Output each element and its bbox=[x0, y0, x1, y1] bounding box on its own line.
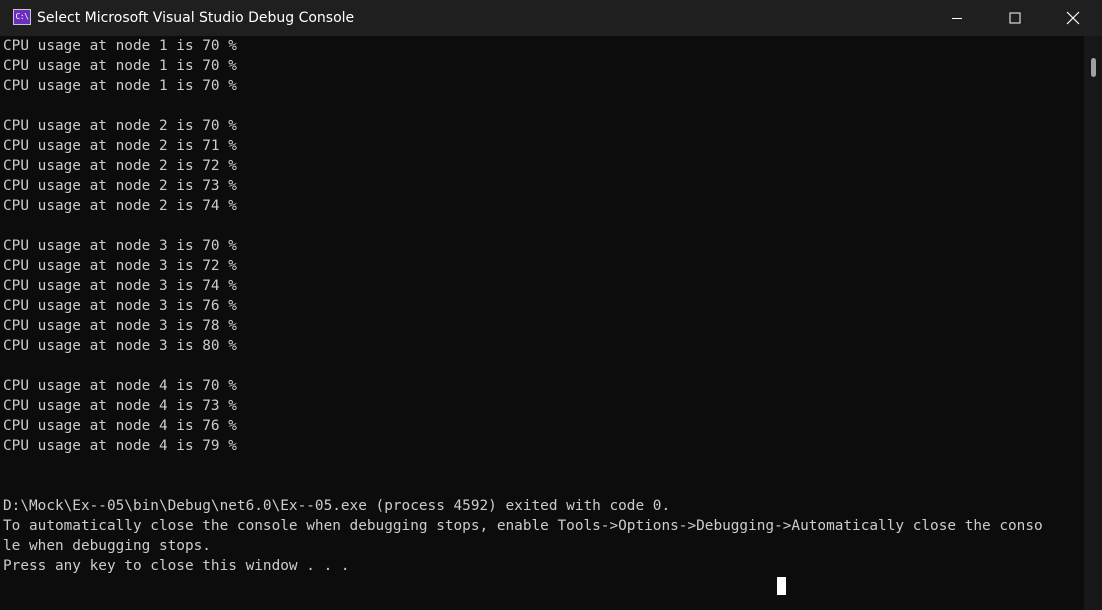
maximize-button[interactable] bbox=[986, 0, 1044, 36]
console-line: CPU usage at node 2 is 71 % bbox=[3, 138, 237, 154]
close-button[interactable] bbox=[1044, 0, 1102, 36]
console-line: CPU usage at node 4 is 73 % bbox=[3, 398, 237, 414]
close-icon bbox=[1066, 11, 1080, 25]
console-line: CPU usage at node 2 is 72 % bbox=[3, 158, 237, 174]
console-line: CPU usage at node 4 is 76 % bbox=[3, 418, 237, 434]
console-line: CPU usage at node 1 is 70 % bbox=[3, 58, 237, 74]
console-line: CPU usage at node 2 is 74 % bbox=[3, 198, 237, 214]
console-line: Press any key to close this window . . . bbox=[3, 558, 350, 574]
minimize-icon bbox=[952, 18, 962, 19]
minimize-button[interactable] bbox=[928, 0, 986, 36]
console-line: D:\Mock\Ex--05\bin\Debug\net6.0\Ex--05.e… bbox=[3, 498, 671, 514]
debug-console-window: C:\ Select Microsoft Visual Studio Debug… bbox=[0, 0, 1102, 610]
console-app-icon: C:\ bbox=[13, 9, 31, 25]
console-line: CPU usage at node 2 is 73 % bbox=[3, 178, 237, 194]
title-bar[interactable]: C:\ Select Microsoft Visual Studio Debug… bbox=[0, 0, 1102, 36]
window-title: Select Microsoft Visual Studio Debug Con… bbox=[37, 10, 355, 26]
console-output[interactable]: CPU usage at node 1 is 70 % CPU usage at … bbox=[0, 36, 1084, 610]
maximize-icon bbox=[1009, 12, 1021, 24]
console-line: CPU usage at node 1 is 70 % bbox=[3, 38, 237, 54]
console-line: CPU usage at node 3 is 74 % bbox=[3, 278, 237, 294]
text-cursor bbox=[777, 577, 786, 595]
console-line: CPU usage at node 3 is 78 % bbox=[3, 318, 237, 334]
console-line: CPU usage at node 3 is 76 % bbox=[3, 298, 237, 314]
console-line: CPU usage at node 1 is 70 % bbox=[3, 78, 237, 94]
console-line: CPU usage at node 3 is 72 % bbox=[3, 258, 237, 274]
vertical-scrollbar[interactable] bbox=[1084, 36, 1102, 610]
console-line: le when debugging stops. bbox=[3, 538, 211, 554]
console-line: CPU usage at node 4 is 70 % bbox=[3, 378, 237, 394]
console-line: To automatically close the console when … bbox=[3, 518, 1043, 534]
console-line: CPU usage at node 4 is 79 % bbox=[3, 438, 237, 454]
console-line: CPU usage at node 2 is 70 % bbox=[3, 118, 237, 134]
console-line: CPU usage at node 3 is 80 % bbox=[3, 338, 237, 354]
scrollbar-thumb[interactable] bbox=[1091, 58, 1096, 77]
console-line: CPU usage at node 3 is 70 % bbox=[3, 238, 237, 254]
